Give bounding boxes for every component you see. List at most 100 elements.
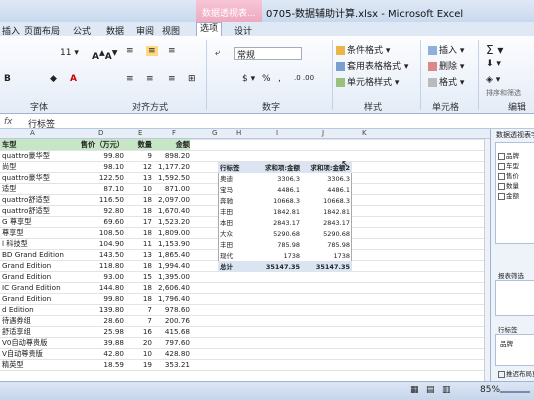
table-cell[interactable]: quattro舒适型 (2, 206, 92, 216)
table-cell[interactable]: 18 (126, 294, 152, 304)
decimal-icon[interactable]: .0 .00 (294, 74, 314, 82)
comma-icon[interactable]: , (278, 74, 281, 84)
table-cell[interactable]: Grand Edition (2, 261, 92, 271)
align-center-icon[interactable]: ≡ (146, 74, 154, 84)
table-cell[interactable]: 16 (126, 327, 152, 337)
table-cell[interactable]: 2,606.40 (154, 283, 190, 293)
table-cell[interactable]: 18 (126, 195, 152, 205)
align-right-icon[interactable]: ≡ (168, 74, 176, 84)
table-cell[interactable]: 93.00 (80, 272, 124, 282)
table-cell[interactable]: 1,592.50 (154, 173, 190, 183)
column-header[interactable]: A (30, 129, 35, 137)
table-cell[interactable]: 353.21 (154, 360, 190, 370)
table-cell[interactable]: 1,153.90 (154, 239, 190, 249)
table-cell[interactable]: 428.80 (154, 349, 190, 359)
pivot-cell[interactable]: 5290.68 (302, 229, 350, 239)
column-header[interactable]: K (362, 129, 367, 137)
column-header[interactable]: G (212, 129, 217, 137)
bold-icon[interactable]: B (4, 74, 11, 84)
table-cell[interactable]: 1,670.40 (154, 206, 190, 216)
table-cell[interactable]: V自动尊贵版 (2, 349, 92, 359)
insert-cells-button[interactable]: 插入 ▾ (428, 43, 464, 56)
fill-color-icon[interactable]: ◆ (50, 74, 57, 84)
table-cell[interactable]: 1,809.00 (154, 228, 190, 238)
zoom-slider[interactable] (500, 391, 530, 393)
pivot-cell[interactable]: 1842.81 (250, 207, 300, 217)
filter-area-box[interactable] (495, 280, 534, 316)
sort-filter-button[interactable]: 排序和筛选 (486, 88, 521, 98)
pivot-cell[interactable]: 3306.3 (250, 174, 300, 184)
table-cell[interactable]: 898.20 (154, 151, 190, 161)
table-cell[interactable]: 20 (126, 338, 152, 348)
table-cell[interactable]: 17 (126, 217, 152, 227)
table-cell[interactable]: 144.80 (80, 283, 124, 293)
table-cell[interactable]: 42.80 (80, 349, 124, 359)
table-cell[interactable]: 18 (126, 206, 152, 216)
increase-font-icon[interactable]: A▲A▼ (92, 48, 118, 62)
table-cell[interactable]: 11 (126, 239, 152, 249)
table-cell[interactable]: 104.90 (80, 239, 124, 249)
number-format-select[interactable]: 常规 (234, 47, 302, 61)
table-cell[interactable]: 139.80 (80, 305, 124, 315)
pivot-cell[interactable]: 1738 (250, 251, 300, 261)
table-cell[interactable]: Grand Edition (2, 272, 92, 282)
normal-view-icon[interactable]: ▦ (410, 385, 419, 395)
align-bottom-icon[interactable]: ≡ (168, 46, 176, 56)
table-cell[interactable]: IC Grand Edition (2, 283, 92, 293)
defer-update-option[interactable]: 推迟布局更新 (498, 368, 534, 378)
page-layout-view-icon[interactable]: ▤ (426, 385, 435, 395)
column-header[interactable]: H (236, 129, 241, 137)
align-middle-icon[interactable]: ≡ (146, 46, 158, 56)
table-cell[interactable]: 2,097.00 (154, 195, 190, 205)
table-cell[interactable]: 尊享型 (2, 228, 92, 238)
font-color-icon[interactable]: A (70, 74, 77, 84)
conditional-format-button[interactable]: 条件格式 ▾ (336, 43, 390, 56)
formula-bar[interactable] (0, 115, 534, 129)
table-cell[interactable]: 116.50 (80, 195, 124, 205)
fill-icon[interactable]: ⬇ ▾ (486, 59, 501, 69)
pivot-cell[interactable]: 10668.3 (302, 196, 350, 206)
table-cell[interactable]: G 尊享型 (2, 217, 92, 227)
table-cell[interactable]: 108.50 (80, 228, 124, 238)
table-cell[interactable]: quattro豪华型 (2, 151, 92, 161)
table-header-cell[interactable]: 售价（万元） (80, 140, 124, 150)
table-cell[interactable]: 适型 (2, 184, 92, 194)
currency-icon[interactable]: $ ▾ (242, 74, 255, 84)
pivot-cell[interactable]: 2843.17 (250, 218, 300, 228)
field-item[interactable]: 品牌 (498, 150, 519, 160)
pivot-cell[interactable]: 10668.3 (250, 196, 300, 206)
pivot-total-cell[interactable]: 35147.35 (302, 262, 350, 272)
cell-styles-button[interactable]: 单元格样式 ▾ (336, 75, 399, 88)
table-cell[interactable]: 978.60 (154, 305, 190, 315)
column-header[interactable]: I (276, 129, 278, 137)
page-break-view-icon[interactable]: ▥ (442, 385, 451, 395)
table-cell[interactable]: 10 (126, 184, 152, 194)
font-size-box[interactable]: 11 ▾ (60, 48, 79, 58)
table-cell[interactable]: 118.80 (80, 261, 124, 271)
table-cell[interactable]: 1,395.00 (154, 272, 190, 282)
merge-icon[interactable]: ⊞ (188, 74, 196, 84)
column-header[interactable]: D (98, 129, 103, 137)
table-cell[interactable]: Grand Edition (2, 294, 92, 304)
table-cell[interactable]: 1,865.40 (154, 250, 190, 260)
field-item[interactable]: 售价 (498, 170, 519, 180)
table-cell[interactable]: l 科技型 (2, 239, 92, 249)
table-cell[interactable]: 18.59 (80, 360, 124, 370)
table-header-cell[interactable]: 数量 (126, 140, 152, 150)
table-cell[interactable]: 39.88 (80, 338, 124, 348)
table-cell[interactable]: 1,523.20 (154, 217, 190, 227)
delete-cells-button[interactable]: 删除 ▾ (428, 59, 464, 72)
table-cell[interactable]: 13 (126, 173, 152, 183)
column-header[interactable]: J (322, 129, 324, 137)
table-cell[interactable]: 98.10 (80, 162, 124, 172)
pivot-header-cell[interactable]: 求和项:金额 (250, 163, 300, 173)
table-cell[interactable]: 99.80 (80, 151, 124, 161)
field-item[interactable]: 金额 (498, 190, 519, 200)
pivot-cell[interactable]: 4486.1 (250, 185, 300, 195)
pivot-cell[interactable]: 2843.17 (302, 218, 350, 228)
table-cell[interactable]: V0自动尊贵版 (2, 338, 92, 348)
table-cell[interactable]: 25.98 (80, 327, 124, 337)
table-header-cell[interactable]: 车型 (2, 140, 92, 150)
pivot-cell[interactable]: 1842.81 (302, 207, 350, 217)
percent-icon[interactable]: % (262, 74, 271, 84)
